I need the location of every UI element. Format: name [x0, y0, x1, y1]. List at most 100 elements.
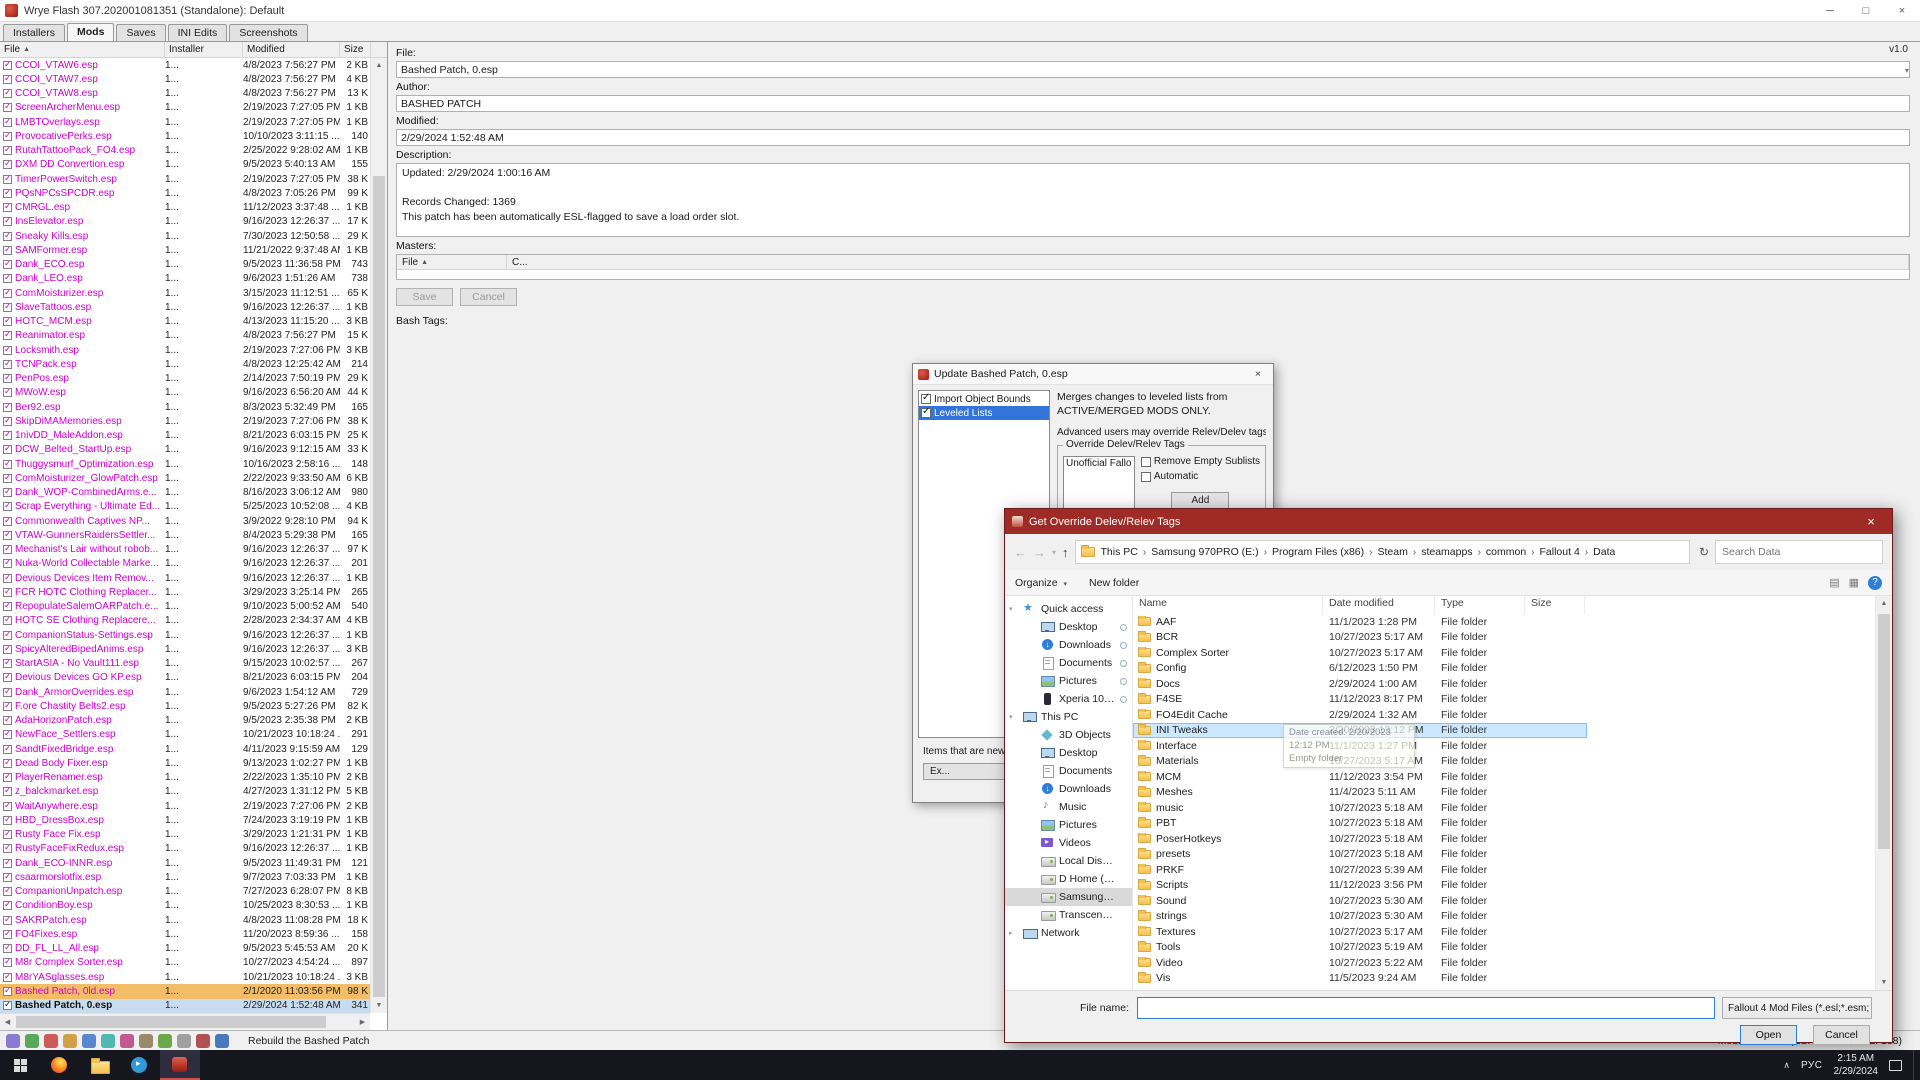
- mod-checkbox[interactable]: [3, 403, 12, 412]
- back-icon[interactable]: ←: [1014, 545, 1027, 560]
- up-icon[interactable]: ↑: [1062, 545, 1069, 560]
- taskbar-app-button[interactable]: [160, 1050, 200, 1080]
- tab[interactable]: Screenshots: [229, 24, 307, 41]
- folder-row[interactable]: music 10/27/2023 5:18 AM File folder: [1133, 800, 1587, 816]
- mod-row[interactable]: Scrap Everything - Ultimate Ed... 1... 5…: [0, 500, 370, 514]
- minimize-button[interactable]: ─: [1812, 0, 1848, 21]
- mod-checkbox[interactable]: [3, 360, 12, 369]
- launcher-icon[interactable]: [215, 1034, 229, 1048]
- mod-row[interactable]: Dank_ArmorOverrides.esp 1... 9/6/2023 1:…: [0, 685, 370, 699]
- mod-checkbox[interactable]: [3, 559, 12, 568]
- sidebar-item[interactable]: Samsung 970PRO (E:): [1005, 888, 1132, 906]
- taskbar-app-button[interactable]: [40, 1050, 80, 1080]
- mod-row[interactable]: Rusty Face Fix.esp 1... 3/29/2023 1:21:3…: [0, 828, 370, 842]
- search-input[interactable]: [1715, 540, 1883, 564]
- mod-checkbox[interactable]: [3, 944, 12, 953]
- show-desktop-button[interactable]: [1913, 1050, 1918, 1080]
- mod-checkbox[interactable]: [3, 973, 12, 982]
- folder-row[interactable]: Config 6/12/2023 1:50 PM File folder: [1133, 661, 1587, 677]
- remove-empty-checkbox[interactable]: [1141, 457, 1151, 467]
- mod-checkbox[interactable]: [3, 716, 12, 725]
- folder-row[interactable]: PBT 10/27/2023 5:18 AM File folder: [1133, 816, 1587, 832]
- folder-row[interactable]: Sound 10/27/2023 5:30 AM File folder: [1133, 893, 1587, 909]
- description-field[interactable]: Updated: 2/29/2024 1:00:16 AM Records Ch…: [396, 163, 1910, 237]
- mod-row[interactable]: Sneaky Kills.esp 1... 7/30/2023 12:50:58…: [0, 229, 370, 243]
- scrollbar-thumb[interactable]: [373, 176, 385, 997]
- mod-row[interactable]: Reanimator.esp 1... 4/8/2023 7:56:27 PM …: [0, 329, 370, 343]
- column-header-modified[interactable]: Modified: [243, 42, 340, 57]
- folder-row[interactable]: Textures 10/27/2023 5:17 AM File folder: [1133, 924, 1587, 940]
- mod-checkbox[interactable]: [3, 844, 12, 853]
- folder-row[interactable]: Meshes 11/4/2023 5:11 AM File folder: [1133, 785, 1587, 801]
- sidebar-item[interactable]: Documents: [1005, 762, 1132, 780]
- mod-checkbox[interactable]: [3, 203, 12, 212]
- mods-vertical-scrollbar[interactable]: ▲ ▼: [370, 58, 387, 1013]
- mod-row[interactable]: Commonwealth Captives NP... 1... 3/9/202…: [0, 514, 370, 528]
- folder-row[interactable]: Docs 2/29/2024 1:00 AM File folder: [1133, 676, 1587, 692]
- mod-checkbox[interactable]: [3, 374, 12, 383]
- folder-row[interactable]: Vis 11/5/2023 9:24 AM File folder: [1133, 971, 1587, 987]
- override-mod-item[interactable]: Unofficial Fallout 4 Patc: [1066, 458, 1132, 469]
- mod-checkbox[interactable]: [3, 816, 12, 825]
- mod-row[interactable]: PQsNPCsSPCDR.esp 1... 4/8/2023 7:05:26 P…: [0, 186, 370, 200]
- column-header-size[interactable]: Size: [1525, 596, 1585, 614]
- mod-checkbox[interactable]: [3, 61, 12, 70]
- mod-checkbox[interactable]: [3, 588, 12, 597]
- mod-checkbox[interactable]: [3, 830, 12, 839]
- scroll-left-icon[interactable]: ◀: [0, 1014, 15, 1030]
- mod-row[interactable]: ScreenArcherMenu.esp 1... 2/19/2023 7:27…: [0, 101, 370, 115]
- list-view-icon[interactable]: ▤: [1829, 576, 1839, 589]
- sidebar-item[interactable]: Downloads: [1005, 780, 1132, 798]
- author-field[interactable]: BASHED PATCH: [396, 95, 1910, 112]
- mod-row[interactable]: DXM DD Convertion.esp 1... 9/5/2023 5:40…: [0, 158, 370, 172]
- mod-row[interactable]: Dank_WOP-CombinedArms.e... 1... 8/16/202…: [0, 486, 370, 500]
- taskbar-app-button[interactable]: [80, 1050, 120, 1080]
- mod-row[interactable]: Ber92.esp 1... 8/3/2023 5:32:49 PM 165: [0, 400, 370, 414]
- mod-row[interactable]: SAKRPatch.esp 1... 4/8/2023 11:08:28 PM …: [0, 913, 370, 927]
- mod-checkbox[interactable]: [3, 887, 12, 896]
- taskbar-app-button[interactable]: [120, 1050, 160, 1080]
- masters-column-current[interactable]: C...: [507, 255, 1909, 269]
- tree-chevron-icon[interactable]: [1009, 929, 1018, 937]
- mod-checkbox[interactable]: [3, 331, 12, 340]
- mod-row[interactable]: z_balckmarket.esp 1... 4/27/2023 1:31:12…: [0, 785, 370, 799]
- modified-field[interactable]: 2/29/2024 1:52:48 AM: [396, 129, 1910, 146]
- automatic-option[interactable]: Automatic: [1141, 471, 1260, 482]
- launcher-icon[interactable]: [177, 1034, 191, 1048]
- mod-row[interactable]: RepopulateSalemOARPatch.e... 1... 9/10/2…: [0, 600, 370, 614]
- mod-checkbox[interactable]: [3, 118, 12, 127]
- mod-checkbox[interactable]: [3, 987, 12, 996]
- mod-checkbox[interactable]: [3, 217, 12, 226]
- mod-row[interactable]: M8rYASglasses.esp 1... 10/21/2023 10:18:…: [0, 970, 370, 984]
- mod-row[interactable]: HOTC_MCM.esp 1... 4/13/2023 11:15:20 ...…: [0, 315, 370, 329]
- folder-row[interactable]: presets 10/27/2023 5:18 AM File folder: [1133, 847, 1587, 863]
- folder-row[interactable]: FO4Edit Cache 2/29/2024 1:32 AM File fol…: [1133, 707, 1587, 723]
- add-button[interactable]: Add: [1171, 492, 1229, 509]
- close-button[interactable]: ×: [1243, 368, 1273, 380]
- sidebar-item[interactable]: Desktop: [1005, 744, 1132, 762]
- refresh-icon[interactable]: ↻: [1699, 545, 1709, 559]
- tab[interactable]: Mods: [67, 23, 114, 41]
- mod-row[interactable]: Dank_ECO-INNR.esp 1... 9/5/2023 11:49:31…: [0, 856, 370, 870]
- scrollbar-thumb[interactable]: [16, 1016, 326, 1028]
- mod-checkbox[interactable]: [3, 659, 12, 668]
- cancel-button[interactable]: Cancel: [460, 288, 517, 306]
- mod-checkbox[interactable]: [3, 702, 12, 711]
- mod-row[interactable]: FCR HOTC Clothing Replacer... 1... 3/29/…: [0, 585, 370, 599]
- mod-row[interactable]: SkipDiMAMemories.esp 1... 2/19/2023 7:27…: [0, 414, 370, 428]
- breadcrumb-item[interactable]: Samsung 970PRO (E:): [1151, 546, 1272, 558]
- mod-row[interactable]: TimerPowerSwitch.esp 1... 2/19/2023 7:27…: [0, 172, 370, 186]
- mod-row[interactable]: Dead Body Fixer.esp 1... 9/13/2023 1:02:…: [0, 756, 370, 770]
- mod-row[interactable]: Bashed Patch, 0ld.esp 1... 2/1/2020 11:0…: [0, 984, 370, 998]
- launcher-icon[interactable]: [44, 1034, 58, 1048]
- tree-chevron-icon[interactable]: [1009, 605, 1018, 613]
- column-header-date-modified[interactable]: Date modified: [1323, 596, 1435, 614]
- mod-checkbox[interactable]: [3, 901, 12, 910]
- mod-row[interactable]: VTAW-GunnersRaidersSettler... 1... 8/4/2…: [0, 528, 370, 542]
- mod-row[interactable]: Dank_LEO.esp 1... 9/6/2023 1:51:26 AM 73…: [0, 272, 370, 286]
- mod-row[interactable]: csaarmorslotfix.esp 1... 9/7/2023 7:03:3…: [0, 870, 370, 884]
- mod-row[interactable]: FO4Fixes.esp 1... 11/20/2023 8:59:36 ...…: [0, 927, 370, 941]
- mod-row[interactable]: ConditionBoy.esp 1... 10/25/2023 8:30:53…: [0, 899, 370, 913]
- folder-row[interactable]: Tools 10/27/2023 5:19 AM File folder: [1133, 940, 1587, 956]
- mod-checkbox[interactable]: [3, 545, 12, 554]
